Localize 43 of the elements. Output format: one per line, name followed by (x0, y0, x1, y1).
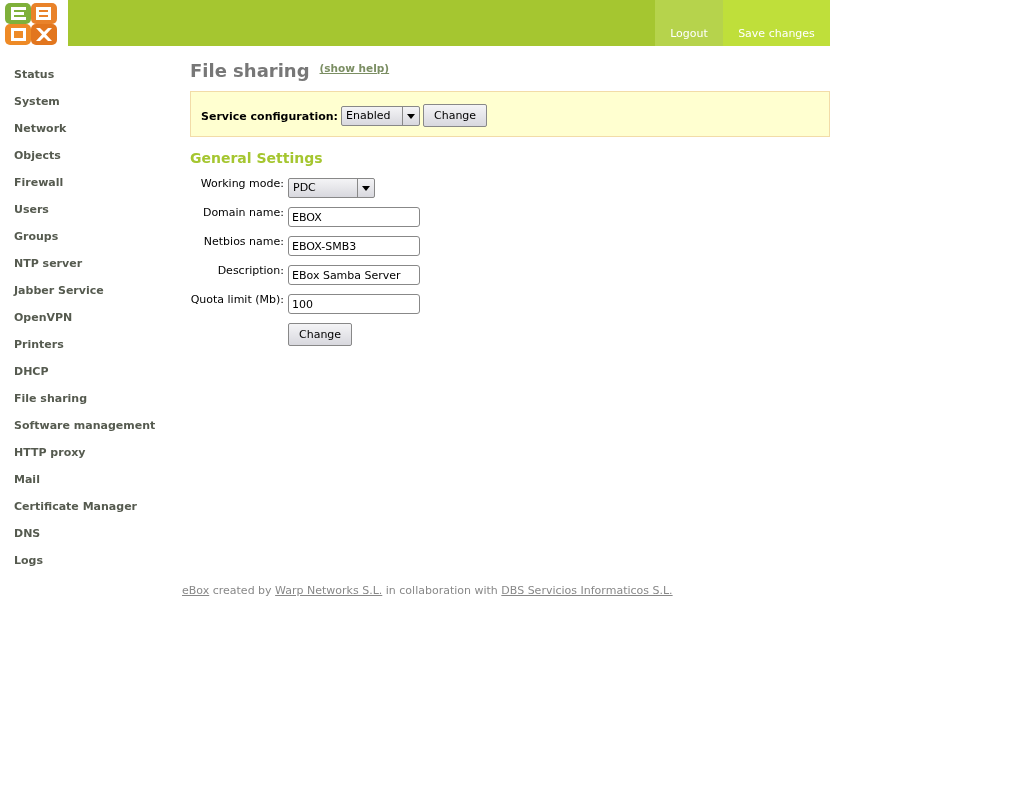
footer-link[interactable]: DBS Servicios Informaticos S.L. (501, 584, 673, 597)
sidebar-item[interactable]: File sharing (14, 392, 190, 419)
change-button[interactable]: Change (288, 323, 353, 346)
footer-link[interactable]: eBox (182, 584, 210, 597)
help-link[interactable]: (show help) (319, 62, 390, 74)
sidebar-item[interactable]: HTTP proxy (14, 446, 190, 473)
sidebar-item[interactable]: Users (14, 203, 190, 230)
input-field[interactable]: 100 (288, 294, 420, 314)
input-field[interactable]: EBOX (288, 207, 420, 227)
change-button[interactable]: Change (423, 103, 488, 127)
field-label: Working mode: (199, 177, 284, 191)
logo-icon (5, 3, 57, 45)
caret-icon (362, 185, 370, 191)
sidebar-item[interactable]: Jabber Service (14, 284, 190, 311)
sidebar-item[interactable]: Groups (14, 230, 190, 257)
sidebar-item[interactable]: Software management (14, 419, 190, 446)
footer-link[interactable]: Warp Networks S.L. (275, 584, 383, 597)
sidebar-item[interactable]: Certificate Manager (14, 500, 190, 527)
sidebar-item[interactable]: Mail (14, 473, 190, 500)
field-label: Quota limit (Mb): (190, 293, 284, 307)
sidebar-item[interactable]: NTP server (14, 257, 190, 284)
input-field[interactable]: EBOX-SMB3 (288, 236, 420, 256)
sidebar-item[interactable]: DHCP (14, 365, 190, 392)
section-title: General Settings (190, 150, 324, 166)
sidebar-item[interactable]: Network (14, 122, 190, 149)
footer-text: eBox created by Warp Networks S.L. in collaboration with DBS Servicios Informaticos S.L. (182, 584, 674, 597)
caret-icon (407, 113, 415, 119)
sidebar-item[interactable]: Firewall (14, 176, 190, 203)
sidebar-item[interactable]: Status (14, 68, 190, 95)
field-label: Domain name: (201, 206, 284, 220)
input-field[interactable]: EBox Samba Server (288, 265, 420, 285)
sidebar-item[interactable]: System (14, 95, 190, 122)
sidebar-item[interactable]: Objects (14, 149, 190, 176)
sidebar-item[interactable]: DNS (14, 527, 190, 554)
field-label: Netbios name: (202, 235, 284, 249)
field-label: Service configuration: (201, 110, 338, 123)
sidebar-item[interactable]: Logs (14, 554, 190, 581)
field-label: Description: (216, 264, 284, 278)
sidebar-item[interactable]: Printers (14, 338, 190, 365)
sidebar-item[interactable]: OpenVPN (14, 311, 190, 338)
mode-select[interactable]: PDC (288, 178, 375, 198)
service-select[interactable]: Enabled (341, 106, 420, 126)
page-title: File sharing (190, 60, 310, 81)
